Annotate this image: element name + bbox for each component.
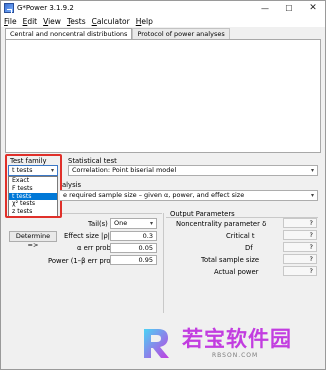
actual-power-value: ? [283,266,317,276]
maximize-button[interactable]: ☐ [277,1,301,15]
alpha-label: α err prob [77,244,111,252]
title-bar: G*Power 3.1.9.2 — ☐ ✕ [1,1,325,15]
input-group-border [62,213,162,214]
chevron-down-icon: ▾ [310,167,314,174]
effect-size-input[interactable]: 0.3 [110,231,157,241]
input-output-divider [163,213,164,313]
tab-protocol[interactable]: Protocol of power analyses [132,28,230,39]
alpha-input[interactable]: 0.05 [110,243,157,253]
determine-button[interactable]: Determine => [9,231,57,249]
total-sample-size-value: ? [283,254,317,264]
tab-bar: Central and noncentral distributions Pro… [5,28,230,39]
menu-bar: File Edit View Tests Calculator Help [1,15,325,27]
effect-size-label: Effect size |ρ| [64,232,110,240]
chevron-down-icon: ▾ [310,192,314,199]
watermark-main-text: 若宝软件园 [182,327,292,351]
menu-tests[interactable]: Tests [67,17,86,26]
analysis-label: alysis [62,181,82,189]
highlight-frame [5,154,62,218]
watermark: 若宝软件园 RBSON.COM [136,323,296,363]
watermark-text: 若宝软件园 RBSON.COM [182,327,292,359]
noncentrality-value: ? [283,218,317,228]
tails-select[interactable]: One ▾ [110,218,157,229]
statistical-test-selected: Correlation: Point biserial model [72,166,177,174]
tails-label: Tail(s) [88,220,108,228]
tails-selected: One [114,219,128,227]
menu-file[interactable]: File [4,17,17,26]
statistical-test-select[interactable]: Correlation: Point biserial model ▾ [68,165,318,176]
analysis-type-selected: e required sample size – given α, power,… [63,191,245,199]
critical-t-label: Critical t [226,232,255,240]
distribution-plot-area [5,39,321,153]
close-button[interactable]: ✕ [301,1,325,15]
watermark-logo-icon [136,323,176,363]
tab-distributions[interactable]: Central and noncentral distributions [5,28,133,39]
power-input[interactable]: 0.95 [110,255,157,265]
menu-view[interactable]: View [43,17,61,26]
total-sample-size-label: Total sample size [201,256,260,264]
statistical-test-label: Statistical test [68,157,117,165]
analysis-type-select[interactable]: e required sample size – given α, power,… [60,190,318,201]
gpower-window: G*Power 3.1.9.2 — ☐ ✕ File Edit View Tes… [0,0,326,370]
menu-help[interactable]: Help [136,17,153,26]
power-label: Power (1–β err prob) [48,257,118,265]
df-value: ? [283,242,317,252]
chevron-down-icon: ▾ [149,220,153,227]
df-label: Df [245,244,253,252]
watermark-sub-text: RBSON.COM [212,352,259,359]
gpower-app-icon [4,3,14,13]
menu-calculator[interactable]: Calculator [92,17,130,26]
minimize-button[interactable]: — [253,1,277,15]
actual-power-label: Actual power [214,268,259,276]
noncentrality-label: Noncentrality parameter δ [176,220,267,228]
critical-t-value: ? [283,230,317,240]
menu-edit[interactable]: Edit [23,17,38,26]
window-title: G*Power 3.1.9.2 [17,4,74,12]
